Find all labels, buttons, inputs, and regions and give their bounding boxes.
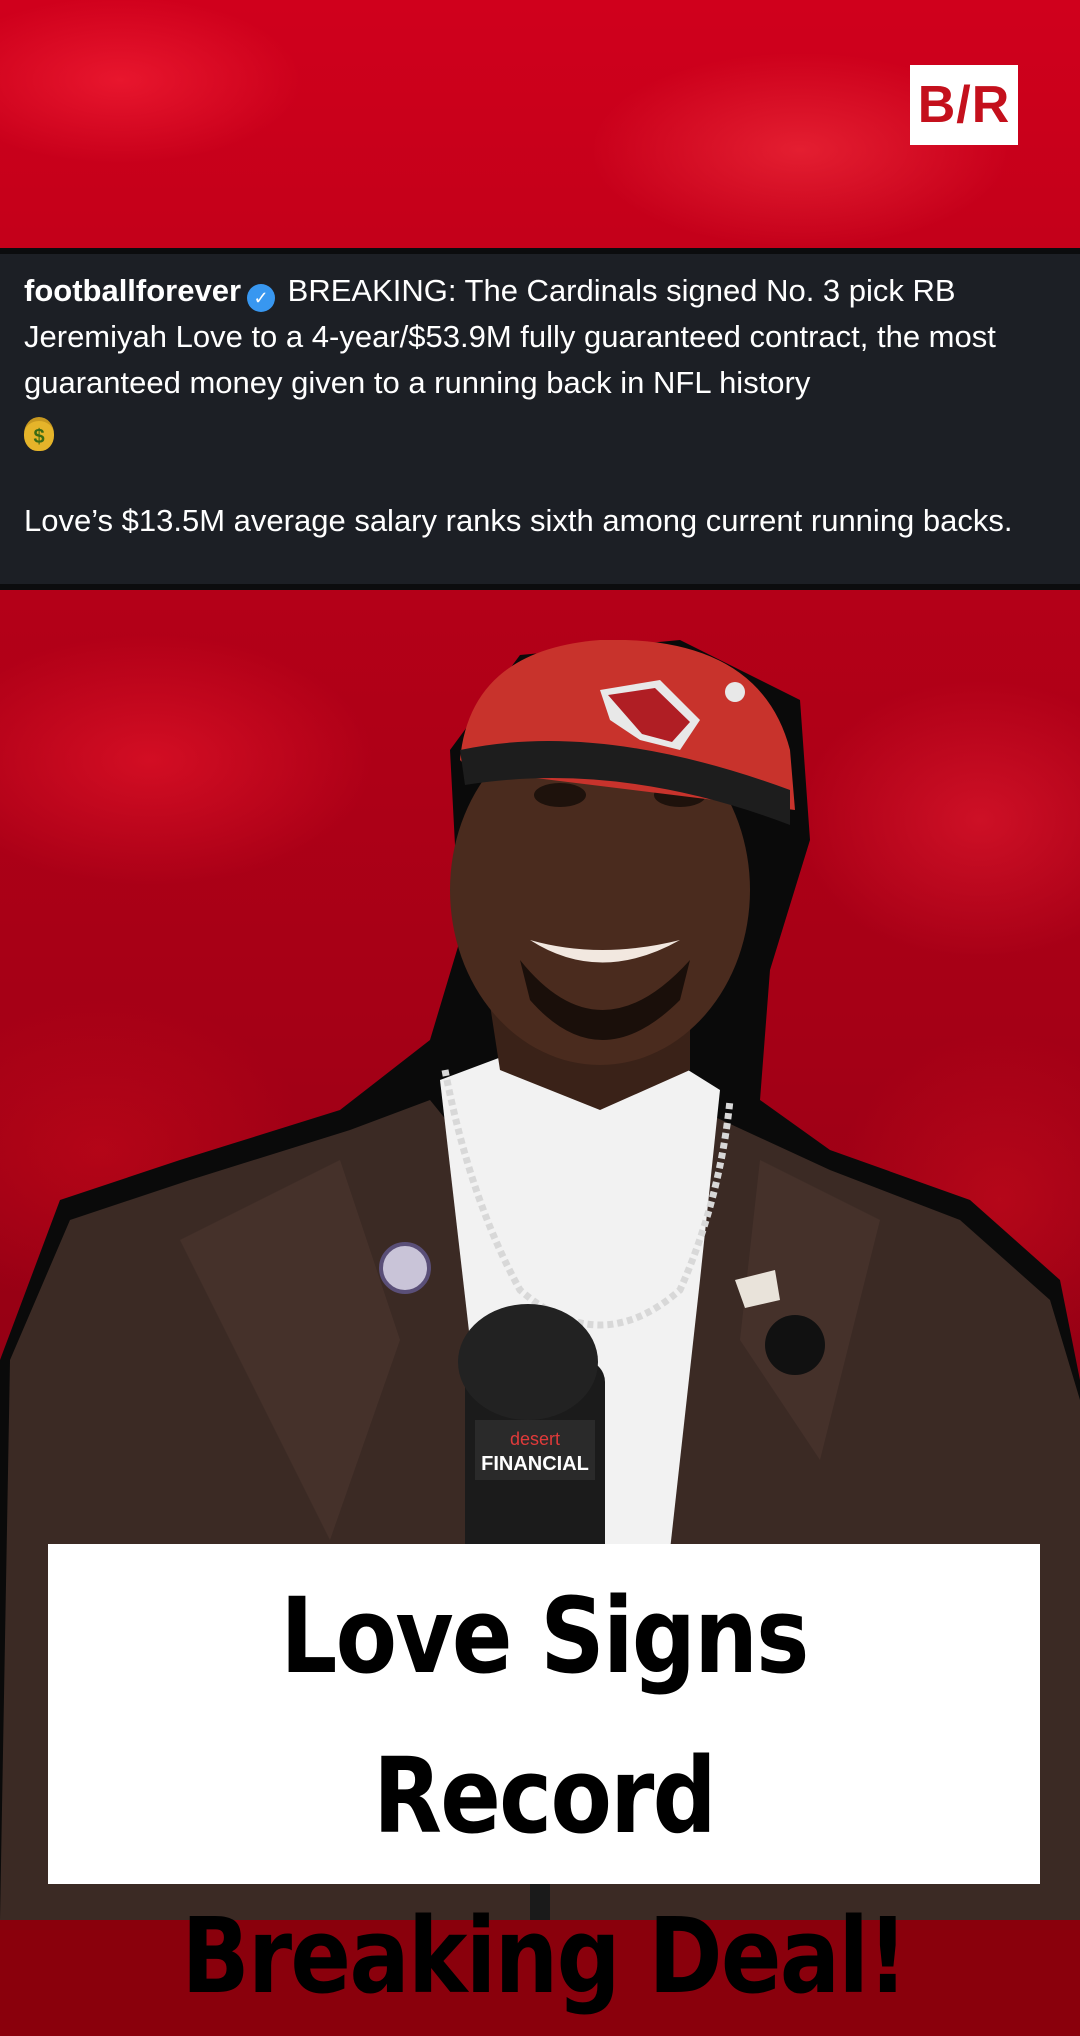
headline-line2: Breaking Deal! (181, 1895, 909, 2017)
mic-brand-line2: FINANCIAL (481, 1453, 589, 1475)
money-bag-icon: $ (24, 417, 54, 451)
social-post-card: footballforever ✓ BREAKING: The Cardinals… (0, 248, 1080, 590)
bleacher-report-logo: B/R (910, 65, 1018, 145)
post-emoji-line: $ (24, 406, 1056, 452)
headline-line1: Love Signs Record (280, 1575, 809, 1857)
headline-banner: Love Signs Record Breaking Deal! (48, 1544, 1040, 2017)
mic-brand-line1: desert (510, 1429, 560, 1449)
post-username[interactable]: footballforever (24, 273, 241, 308)
post-text-second: Love’s $13.5M average salary ranks sixth… (24, 503, 1013, 538)
verified-badge-icon: ✓ (247, 284, 276, 312)
post-caption: footballforever ✓ BREAKING: The Cardinals… (24, 268, 1056, 406)
